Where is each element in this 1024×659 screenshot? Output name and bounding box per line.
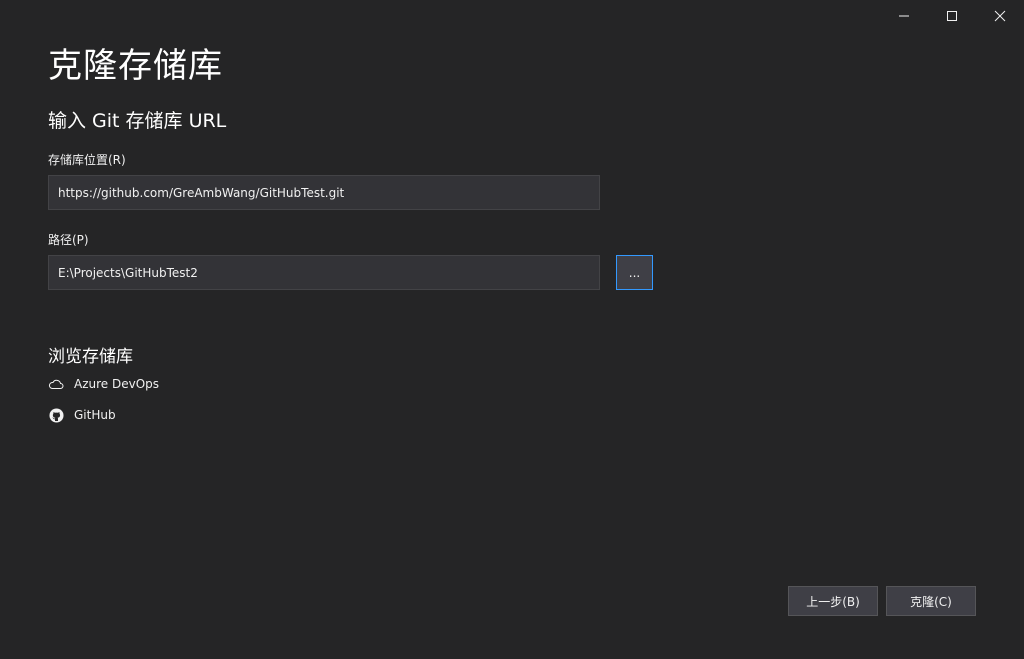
minimize-icon [899,15,909,17]
page-title: 克隆存储库 [48,46,223,86]
browse-item-azure-devops[interactable]: Azure DevOps [48,376,159,392]
minimize-button[interactable] [880,0,928,32]
browse-path-button[interactable]: ... [616,255,653,290]
path-input[interactable]: E:\Projects\GitHubTest2 [48,255,600,290]
back-button[interactable]: 上一步(B) [788,586,878,616]
path-label: 路径(P) [48,233,89,247]
path-value: E:\Projects\GitHubTest2 [58,265,198,280]
close-icon [994,10,1006,22]
browse-item-github[interactable]: GitHub [48,407,116,423]
browse-item-label: GitHub [74,408,116,422]
close-button[interactable] [976,0,1024,32]
maximize-icon [947,11,957,21]
repo-location-value: https://github.com/GreAmbWang/GitHubTest… [58,185,345,200]
maximize-button[interactable] [928,0,976,32]
clone-button[interactable]: 克隆(C) [886,586,976,616]
repo-location-input[interactable]: https://github.com/GreAmbWang/GitHubTest… [48,175,600,210]
browse-item-label: Azure DevOps [74,377,160,391]
page-subtitle: 输入 Git 存储库 URL [48,110,227,132]
browse-section-title: 浏览存储库 [48,347,133,367]
repo-location-label: 存储库位置(R) [48,153,126,167]
cloud-icon [48,376,64,392]
github-icon [48,407,64,423]
window-controls [880,0,1024,32]
